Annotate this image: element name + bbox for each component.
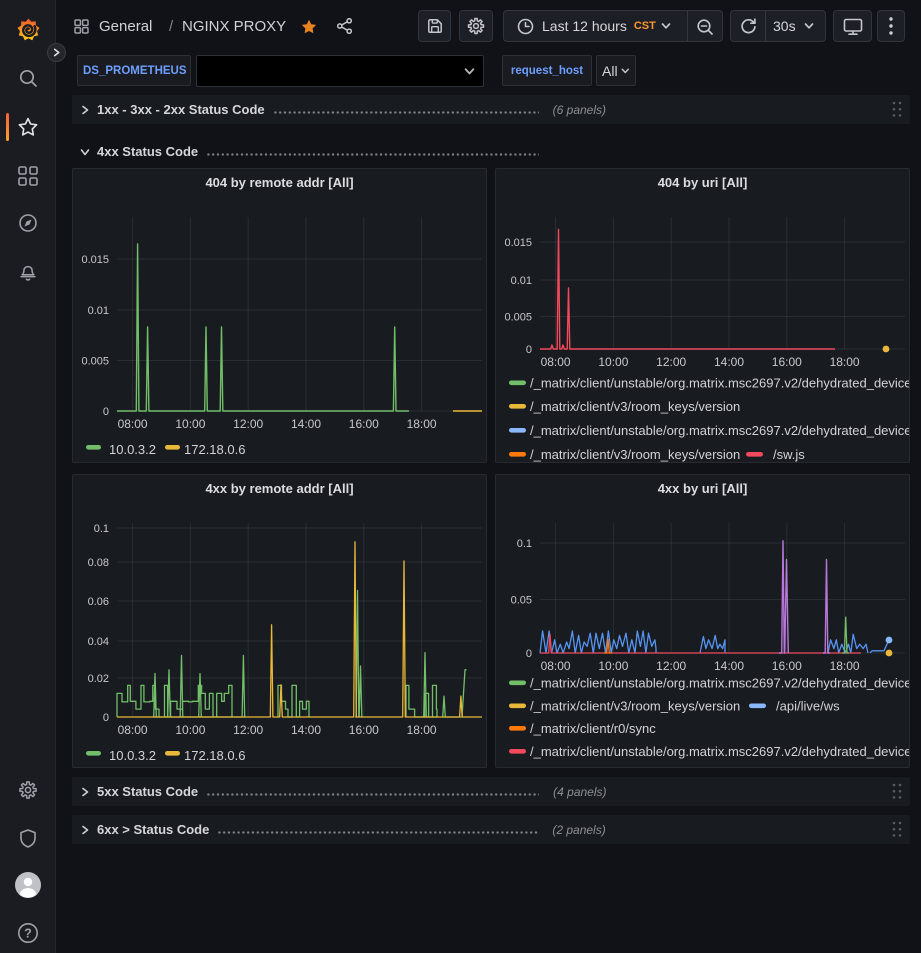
- svg-text:18:00: 18:00: [407, 723, 437, 737]
- svg-text:/_matrix/client/v3/room_keys/v: /_matrix/client/v3/room_keys/version: [530, 447, 740, 462]
- svg-text:0.005: 0.005: [504, 312, 532, 324]
- svg-text:14:00: 14:00: [714, 659, 744, 673]
- svg-text:16:00: 16:00: [349, 417, 379, 431]
- svg-text:0.1: 0.1: [517, 538, 532, 550]
- svg-text:172.18.0.6: 172.18.0.6: [184, 442, 245, 457]
- svg-text:0.015: 0.015: [81, 254, 109, 266]
- svg-text:08:00: 08:00: [118, 723, 148, 737]
- svg-text:/_matrix/client/unstable/org.m: /_matrix/client/unstable/org.matrix.msc2…: [530, 744, 910, 759]
- svg-text:10.0.3.2: 10.0.3.2: [109, 748, 156, 763]
- svg-text:16:00: 16:00: [772, 659, 802, 673]
- svg-text:10.0.3.2: 10.0.3.2: [109, 442, 156, 457]
- svg-text:18:00: 18:00: [830, 659, 860, 673]
- svg-text:0: 0: [103, 406, 109, 418]
- svg-text:10:00: 10:00: [598, 355, 628, 369]
- svg-text:?: ?: [24, 926, 32, 940]
- svg-text:12:00: 12:00: [233, 723, 263, 737]
- svg-text:0: 0: [526, 344, 532, 356]
- svg-text:18:00: 18:00: [407, 417, 437, 431]
- svg-text:0: 0: [103, 712, 109, 724]
- svg-text:10:00: 10:00: [175, 723, 205, 737]
- svg-text:/_matrix/client/unstable/org.m: /_matrix/client/unstable/org.matrix.msc2…: [530, 376, 910, 391]
- svg-text:/sw.js: /sw.js: [773, 447, 805, 462]
- svg-text:08:00: 08:00: [541, 659, 571, 673]
- svg-text:0.04: 0.04: [88, 636, 109, 648]
- svg-text:/_matrix/client/unstable/org.m: /_matrix/client/unstable/org.matrix.msc2…: [530, 676, 910, 691]
- svg-text:/_matrix/client/v3/room_keys/v: /_matrix/client/v3/room_keys/version: [530, 399, 740, 414]
- svg-text:0.02: 0.02: [88, 673, 109, 685]
- svg-text:16:00: 16:00: [349, 723, 379, 737]
- svg-text:14:00: 14:00: [291, 417, 321, 431]
- svg-text:172.18.0.6: 172.18.0.6: [184, 748, 245, 763]
- svg-text:12:00: 12:00: [233, 417, 263, 431]
- svg-text:0.01: 0.01: [511, 275, 532, 287]
- svg-text:0.005: 0.005: [81, 356, 109, 368]
- svg-text:/_matrix/client/v3/room_keys/v: /_matrix/client/v3/room_keys/version: [530, 699, 740, 714]
- svg-text:/_matrix/client/r0/sync: /_matrix/client/r0/sync: [530, 721, 656, 736]
- svg-text:10:00: 10:00: [175, 417, 205, 431]
- svg-text:/_matrix/client/unstable/org.m: /_matrix/client/unstable/org.matrix.msc2…: [530, 423, 910, 438]
- svg-text:0.05: 0.05: [511, 595, 532, 607]
- svg-text:10:00: 10:00: [598, 659, 628, 673]
- svg-text:08:00: 08:00: [118, 417, 148, 431]
- svg-text:0.01: 0.01: [88, 305, 109, 317]
- svg-text:18:00: 18:00: [830, 355, 860, 369]
- svg-text:14:00: 14:00: [291, 723, 321, 737]
- svg-text:0.06: 0.06: [88, 596, 109, 608]
- svg-text:12:00: 12:00: [656, 355, 686, 369]
- svg-text:16:00: 16:00: [772, 355, 802, 369]
- svg-text:0: 0: [526, 648, 532, 660]
- svg-text:0.015: 0.015: [504, 237, 532, 249]
- svg-text:/api/live/ws: /api/live/ws: [776, 699, 840, 714]
- svg-text:0.08: 0.08: [88, 557, 109, 569]
- svg-text:0.1: 0.1: [94, 523, 109, 535]
- svg-text:08:00: 08:00: [541, 355, 571, 369]
- svg-text:14:00: 14:00: [714, 355, 744, 369]
- svg-text:12:00: 12:00: [656, 659, 686, 673]
